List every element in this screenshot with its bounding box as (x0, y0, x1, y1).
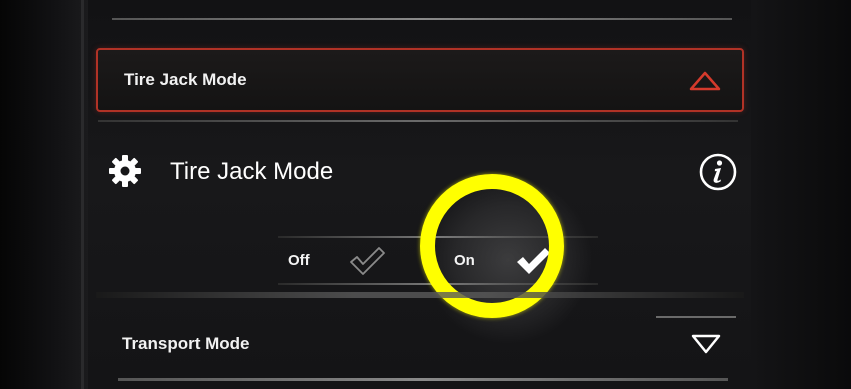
bezel-edge (81, 0, 84, 389)
checkmark-outline-icon (350, 247, 385, 275)
bottom-divider (118, 378, 728, 381)
info-icon[interactable] (698, 152, 738, 192)
chevron-divider (656, 316, 736, 318)
top-divider (112, 18, 732, 20)
left-bezel (0, 0, 88, 389)
option-off[interactable]: Off (288, 244, 398, 278)
section-divider (96, 292, 744, 298)
menu-row-label: Tire Jack Mode (124, 70, 247, 89)
section-divider-top (98, 120, 738, 122)
chevron-up-icon[interactable] (688, 70, 722, 92)
right-bezel (751, 0, 851, 389)
menu-row-label: Transport Mode (122, 334, 250, 353)
gear-icon (109, 155, 141, 187)
setting-title: Tire Jack Mode (170, 158, 334, 185)
setting-header: Tire Jack Mode (108, 150, 738, 200)
settings-screen: Tire Jack Mode Tire Jack Mode Off On Tra… (88, 0, 751, 389)
menu-row-tire-jack-mode[interactable]: Tire Jack Mode (96, 48, 744, 112)
chevron-down-icon[interactable] (690, 334, 722, 354)
menu-row-transport-mode[interactable]: Transport Mode (96, 310, 744, 374)
option-off-label: Off (288, 252, 310, 269)
